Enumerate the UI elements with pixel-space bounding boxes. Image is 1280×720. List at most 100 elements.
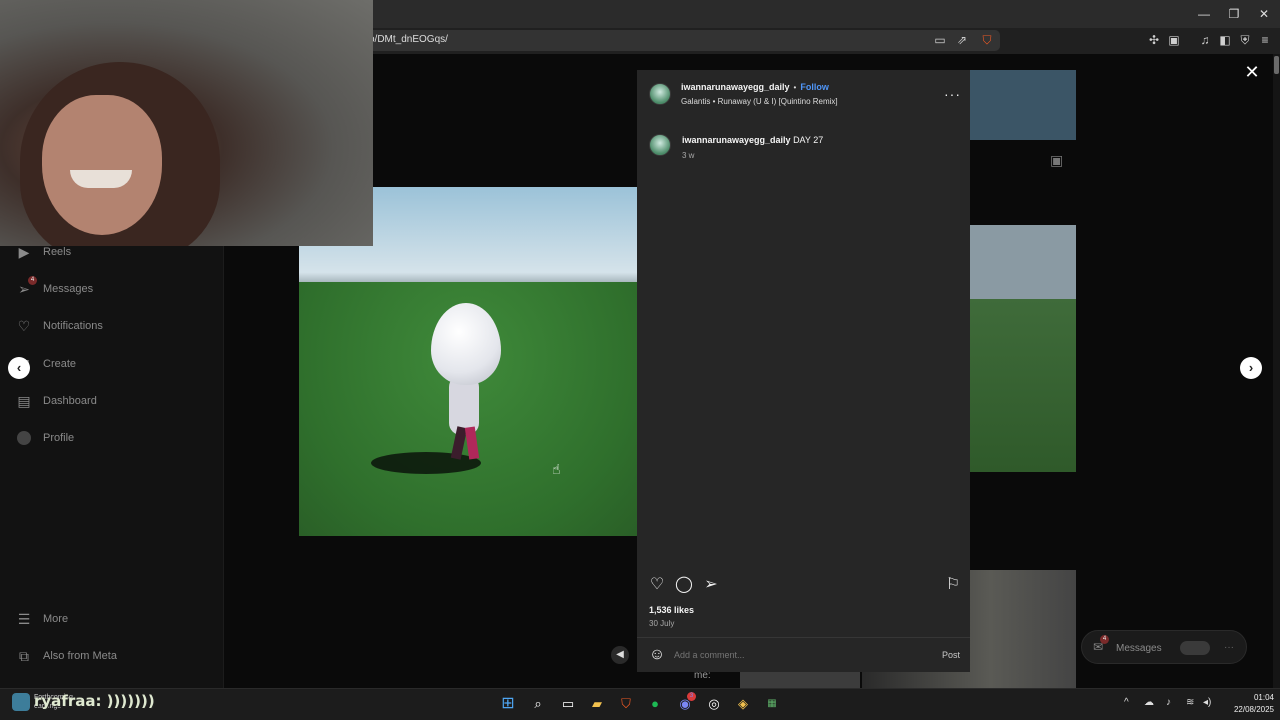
message-avatars <box>1180 641 1210 655</box>
caption-username[interactable]: iwannarunawayegg_daily <box>682 135 791 145</box>
menu-icon[interactable]: ≡ <box>1258 33 1272 47</box>
tray-overflow-icon[interactable]: ^ <box>1124 697 1129 708</box>
next-post-button[interactable]: › <box>1240 357 1262 379</box>
sidebar-item-label: Messages <box>43 283 94 295</box>
messages-icon: ➢ 4 <box>16 276 37 297</box>
comment-input[interactable] <box>674 647 924 663</box>
feed-thumbnail[interactable] <box>968 225 1076 472</box>
start-icon[interactable]: ⊞ <box>498 694 518 714</box>
sidebar-item-label: More <box>43 613 69 625</box>
author-avatar[interactable] <box>649 83 671 105</box>
avatar-icon <box>16 430 32 446</box>
discord-icon[interactable]: ◉ 3 <box>675 692 696 714</box>
emoji-icon[interactable]: ☺ <box>648 646 666 664</box>
caption: iwannarunawayegg_daily DAY 27 <box>682 135 823 145</box>
sidebar-item-label: Also from Meta <box>43 650 117 662</box>
messages-badge: 4 <box>28 276 37 285</box>
scrollbar-thumb[interactable] <box>1274 56 1279 74</box>
comment-icon[interactable]: ◯ <box>675 576 693 594</box>
sidebar-item-dashboard[interactable]: ▤ Dashboard <box>16 390 97 412</box>
spotify-icon[interactable]: ● <box>645 694 665 714</box>
file-explorer-icon[interactable]: ▰ <box>587 694 607 714</box>
extensions-icon[interactable]: ✣ <box>1147 33 1161 47</box>
url-text: o/DMt_dnEOGqs/ <box>369 34 448 45</box>
share-icon[interactable]: ⇗ <box>955 33 969 47</box>
sidebar-item-notifications[interactable]: ♡ Notifications <box>16 315 103 337</box>
caption-avatar[interactable] <box>649 134 671 156</box>
dashboard-icon: ▤ <box>17 392 31 409</box>
onedrive-icon[interactable]: ☁ <box>1144 697 1154 708</box>
cast-icon[interactable]: ▭ <box>933 33 947 47</box>
close-window-icon[interactable]: ✕ <box>1256 6 1272 22</box>
vpn-icon[interactable]: ⛨ <box>1238 33 1252 47</box>
menu-lines-icon: ☰ <box>17 610 31 627</box>
weather-widget-icon[interactable] <box>12 693 30 711</box>
previous-post-button[interactable]: ‹ <box>8 357 30 379</box>
post-date: 30 July <box>649 619 675 628</box>
share-paper-plane-icon[interactable]: ➢ <box>702 576 720 594</box>
sidebar-item-also-from-meta[interactable]: ⧉ Also from Meta <box>16 645 117 667</box>
sidebar-item-label: Create <box>43 358 77 370</box>
wifi-icon[interactable]: ≋ <box>1186 697 1194 708</box>
more-dots-icon: ··· <box>1224 642 1234 653</box>
meta-icon: ⧉ <box>19 647 29 664</box>
divider <box>637 637 970 638</box>
messenger-icon: ✉ 4 <box>1093 635 1109 654</box>
sidebar-item-profile[interactable]: Profile <box>16 427 74 449</box>
sidebar-item-label: Reels <box>43 246 72 258</box>
feed-thumbnail[interactable] <box>740 672 860 688</box>
obs-icon[interactable]: ◎ <box>704 694 724 714</box>
league-client-icon[interactable]: ◈ <box>733 694 753 714</box>
save-bookmark-icon[interactable]: ⚐ <box>944 576 962 594</box>
task-view-icon[interactable]: ▭ <box>558 694 578 714</box>
heart-icon: ♡ <box>17 317 31 334</box>
webcam-person-face <box>42 95 162 235</box>
webcam-overlay <box>0 0 373 246</box>
hand-cursor-icon: ☝ <box>552 461 561 477</box>
close-icon[interactable]: ✕ <box>1243 63 1261 81</box>
wallet-icon[interactable]: ▣ <box>1167 33 1181 47</box>
likes-count[interactable]: 1,536 likes <box>649 605 694 615</box>
messages-pill-badge: 4 <box>1100 635 1109 644</box>
system-clock[interactable]: 01:04 22/08/2025 <box>1222 692 1274 716</box>
header-separator: • <box>793 83 797 92</box>
messages-pill-label: Messages <box>1116 643 1162 654</box>
follow-button[interactable]: Follow <box>800 82 829 92</box>
brave-shields-icon[interactable]: ⛉ <box>980 33 994 47</box>
more-options-icon[interactable]: ··· <box>944 86 961 102</box>
webcam-person-smile <box>70 170 132 188</box>
clock-time: 01:04 <box>1253 693 1274 702</box>
post-comment-button[interactable]: Post <box>942 650 960 660</box>
author-username[interactable]: iwannarunawayegg_daily <box>681 82 790 92</box>
sidebar-item-label: Dashboard <box>43 395 97 407</box>
gaming-app-icon[interactable]: ▦ <box>762 694 782 714</box>
audio-track-link[interactable]: Galantis • Runaway (U & I) [Quintino Rem… <box>681 97 838 106</box>
sidebar-item-label: Profile <box>43 432 75 444</box>
minimize-icon[interactable]: — <box>1196 6 1212 22</box>
windows-taskbar <box>0 688 1280 720</box>
media-icon[interactable]: ♫ <box>1198 33 1212 47</box>
brave-browser-icon[interactable]: ⛉ <box>616 694 636 714</box>
scrollbar[interactable] <box>1273 54 1280 688</box>
address-bar[interactable]: o/DMt_dnEOGqs/ <box>355 30 1000 51</box>
reels-icon: ▶ <box>18 243 30 260</box>
egg-shadow <box>371 452 481 474</box>
microphone-icon[interactable]: ♪ <box>1166 697 1171 708</box>
restore-icon[interactable]: ❐ <box>1226 6 1242 22</box>
volume-icon[interactable]: ◂) <box>1203 697 1211 708</box>
reels-badge-icon: ▣ <box>1050 152 1064 168</box>
sidebar-icon[interactable]: ◧ <box>1218 33 1232 47</box>
clock-date: 22/08/2025 <box>1233 705 1274 714</box>
discord-badge: 3 <box>687 692 696 701</box>
search-icon[interactable]: ⌕ <box>528 694 548 714</box>
sidebar-item-more[interactable]: ☰ More <box>16 608 68 630</box>
sidebar-item-label: Notifications <box>43 320 103 332</box>
stream-chat-overlay: ryafraa: ))))))) <box>34 692 155 710</box>
caption-text: DAY 27 <box>793 135 824 145</box>
sidebar-item-messages[interactable]: ➢ 4 Messages <box>16 276 94 300</box>
feed-thumbnail[interactable] <box>968 70 1076 140</box>
caption-time: 3 w <box>682 151 695 160</box>
mute-toggle-icon[interactable]: ◀ <box>611 646 629 664</box>
post-header: iwannarunawayegg_daily • Follow <box>681 82 829 92</box>
like-heart-icon[interactable]: ♡ <box>648 576 666 594</box>
